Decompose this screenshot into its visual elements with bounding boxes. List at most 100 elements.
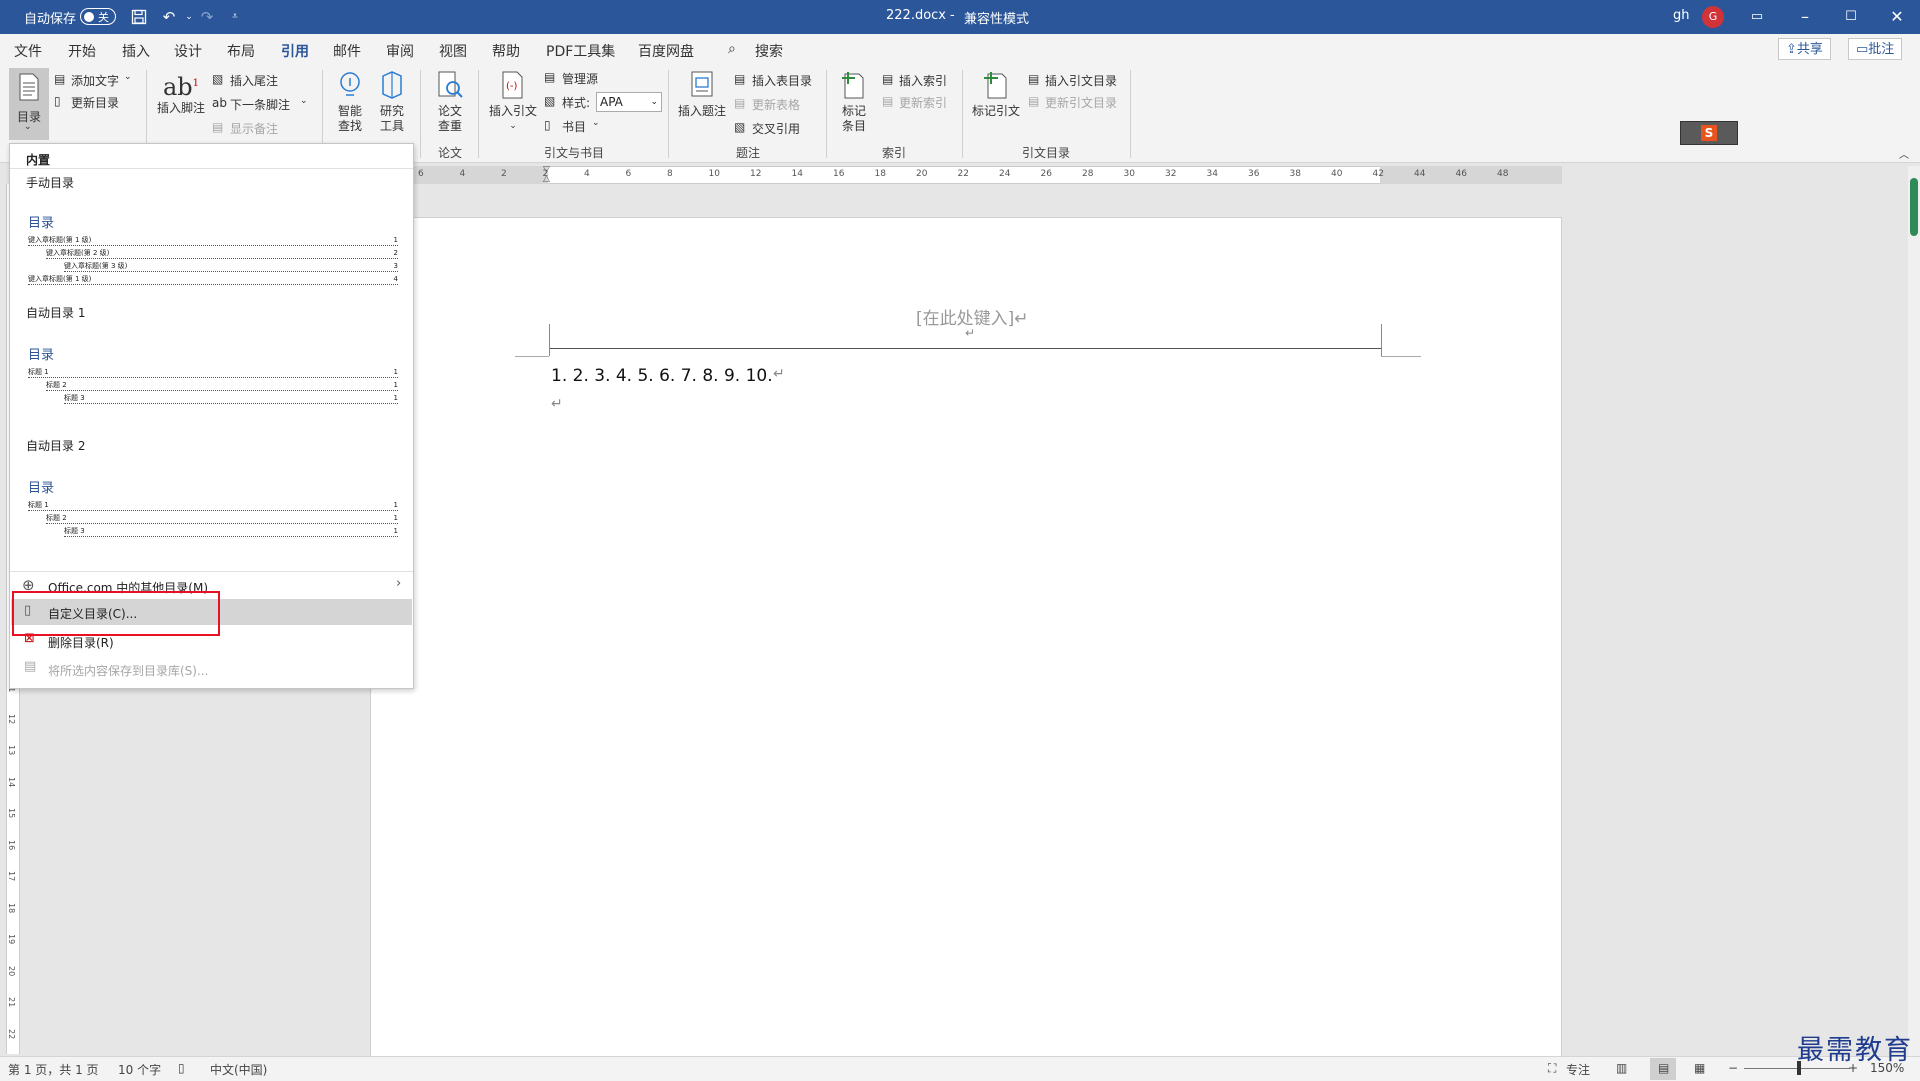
researcher-button[interactable]: 研究 工具 (374, 70, 410, 134)
word-count[interactable]: 10 个字 (118, 1061, 161, 1078)
group-label-paper: 论文 (438, 146, 463, 160)
add-text-button[interactable]: 添加文字 (71, 72, 119, 89)
ruler-tick-label: 40 (1331, 169, 1343, 179)
toc-preview-line: 标题 11 (28, 501, 398, 511)
insert-footnote-button[interactable]: ab1 插入脚注 (156, 70, 206, 116)
search-icon[interactable]: ⌕ (728, 41, 736, 57)
smart-lookup-button[interactable]: 智能 查找 (332, 70, 368, 134)
ruler-tick-label: 6 (418, 169, 424, 179)
tab-references[interactable]: 引用 (281, 41, 309, 68)
close-icon[interactable]: ✕ (1874, 0, 1920, 34)
share-button[interactable]: ⇪共享 (1778, 38, 1831, 60)
comments-button[interactable]: ▭批注 (1848, 38, 1903, 60)
horizontal-ruler[interactable]: 6 4 2 2 4 6 8 10 12 14 16 18 20 22 24 26 28 30 32 34 36 38 40 4… (412, 166, 1562, 184)
insert-endnote-button[interactable]: 插入尾注 (230, 72, 278, 89)
citation-style-select[interactable]: APA ⌄ (596, 92, 662, 112)
insert-toa-button[interactable]: 插入引文目录 (1045, 72, 1117, 89)
scrollbar-thumb[interactable] (1910, 178, 1918, 236)
customize-qat-icon[interactable]: ⩡ (224, 6, 246, 28)
sogou-ime-toolbar[interactable]: S (1680, 121, 1738, 145)
page-count[interactable]: 第 1 页，共 1 页 (8, 1061, 99, 1078)
language[interactable]: 中文(中国) (210, 1061, 267, 1078)
update-index-button[interactable]: 更新索引 (899, 94, 947, 111)
tab-insert[interactable]: 插入 (122, 41, 150, 61)
undo-icon[interactable]: ↶ (158, 6, 180, 28)
save-icon[interactable] (128, 6, 150, 28)
tab-help[interactable]: 帮助 (492, 41, 520, 61)
document-page[interactable]: [在此处键入]↵ ↵ 1. 2. 3. 4. 5. 6. 7. 8. 9. 10… (370, 217, 1562, 1059)
tab-baidu-netdisk[interactable]: 百度网盘 (638, 41, 694, 61)
add-text-chevron-icon: ⌄ (124, 72, 132, 82)
mark-citation-button[interactable]: 标记引文 (970, 70, 1022, 119)
insert-table-of-figures-button[interactable]: 插入表目录 (752, 72, 812, 89)
show-notes-button[interactable]: 显示备注 (230, 120, 278, 137)
paper-check-label-2: 查重 (437, 119, 462, 133)
insert-citation-button[interactable]: (-) 插入引文 ⌄ (488, 70, 538, 134)
cross-reference-button[interactable]: 交叉引用 (752, 120, 800, 137)
ruler-tick-label: 44 (1414, 169, 1426, 179)
focus-icon[interactable]: ⛶ (1548, 1061, 1556, 1076)
paper-check-button[interactable]: 论文 查重 (432, 70, 468, 134)
indent-marker-icon[interactable]: ▽ △ (543, 166, 550, 184)
vertical-scrollbar[interactable] (1908, 166, 1920, 1056)
mark-entry-button[interactable]: 标记 条目 (834, 70, 874, 134)
margin-corner (515, 356, 549, 357)
tab-home[interactable]: 开始 (68, 41, 96, 61)
next-footnote-chevron-icon: ⌄ (300, 96, 308, 106)
proofing-icon[interactable]: ▯ (178, 1061, 185, 1075)
collapse-ribbon-icon[interactable]: ︿ (1899, 146, 1909, 161)
toggle-knob (84, 11, 94, 22)
save-gallery-icon: ▤ (24, 659, 37, 674)
group-label-citations: 引文与书目 (544, 146, 605, 160)
chevron-down-icon: ⌄ (650, 97, 658, 107)
avatar[interactable]: G (1702, 6, 1724, 28)
next-footnote-icon: ab (212, 96, 227, 110)
toc-button[interactable]: 目录 ⌄ (9, 68, 49, 140)
ribbon-display-icon[interactable]: ▭ (1734, 0, 1780, 34)
read-mode-icon[interactable]: ▥ (1616, 1061, 1627, 1075)
toc-preview-title: 目录 (28, 348, 55, 363)
update-toc-icon: ▯ (54, 94, 61, 108)
update-toc-button[interactable]: 更新目录 (71, 94, 119, 111)
citation-style-value: APA (600, 95, 623, 109)
svg-text:(-): (-) (506, 81, 518, 92)
tab-review[interactable]: 审阅 (386, 41, 414, 61)
toc-gallery-manual[interactable]: 手动目录 目录 键入章标题(第 1 级) 1 键入章标题(第 2 级) 2 键入章标… (10, 170, 413, 285)
maximize-icon[interactable]: ☐ (1828, 0, 1874, 34)
status-bar: 第 1 页，共 1 页 10 个字 ▯ 中文(中国) ⛶ 专注 ▥ ▤ ▦ − … (0, 1056, 1920, 1081)
zoom-out-icon[interactable]: − (1728, 1061, 1738, 1075)
group-separator (962, 70, 963, 158)
update-table-button[interactable]: 更新表格 (752, 96, 800, 113)
cross-reference-icon: ▧ (734, 120, 746, 134)
next-footnote-button[interactable]: 下一条脚注 (230, 96, 290, 113)
toc-gallery-auto-2[interactable]: 自动目录 2 目录 标题 11 标题 21 标题 31 (10, 437, 413, 549)
bibliography-button[interactable]: 书目 (562, 118, 586, 135)
autosave-toggle[interactable]: 关 (80, 8, 116, 25)
document-body-line[interactable]: 1. 2. 3. 4. 5. 6. 7. 8. 9. 10. (551, 366, 773, 386)
toc-gallery-auto-1[interactable]: 自动目录 1 目录 标题 11 标题 21 标题 31 (10, 304, 413, 416)
tab-file[interactable]: 文件 (14, 41, 42, 61)
update-toa-button[interactable]: 更新引文目录 (1045, 94, 1117, 111)
minimize-icon[interactable]: – (1782, 0, 1828, 34)
focus-mode[interactable]: 专注 (1566, 1061, 1590, 1078)
tab-view[interactable]: 视图 (439, 41, 467, 61)
tab-design[interactable]: 设计 (174, 41, 202, 61)
update-index-icon: ▤ (882, 94, 894, 108)
redo-icon[interactable]: ↷ (196, 6, 218, 28)
user-name[interactable]: gh (1673, 8, 1690, 23)
ruler-tick-label: 14 (7, 776, 16, 787)
manage-sources-button[interactable]: 管理源 (562, 70, 598, 87)
insert-citation-chevron-icon: ⌄ (509, 121, 517, 131)
insert-caption-button[interactable]: 插入题注 (676, 70, 728, 119)
search-label[interactable]: 搜索 (755, 41, 783, 61)
web-layout-icon[interactable]: ▦ (1694, 1061, 1705, 1075)
tab-layout[interactable]: 布局 (227, 41, 255, 61)
ruler-tick-label: 38 (1289, 169, 1301, 179)
print-layout-button[interactable]: ▤ (1650, 1058, 1676, 1080)
tab-pdf-tools[interactable]: PDF工具集 (546, 41, 615, 61)
save-to-gallery-item[interactable]: ▤ 将所选内容保存到目录库(S)... (11, 656, 412, 682)
group-separator (1130, 70, 1131, 158)
ruler-tick-label: 16 (833, 169, 845, 179)
tab-mailings[interactable]: 邮件 (333, 41, 361, 61)
insert-index-button[interactable]: 插入索引 (899, 72, 947, 89)
